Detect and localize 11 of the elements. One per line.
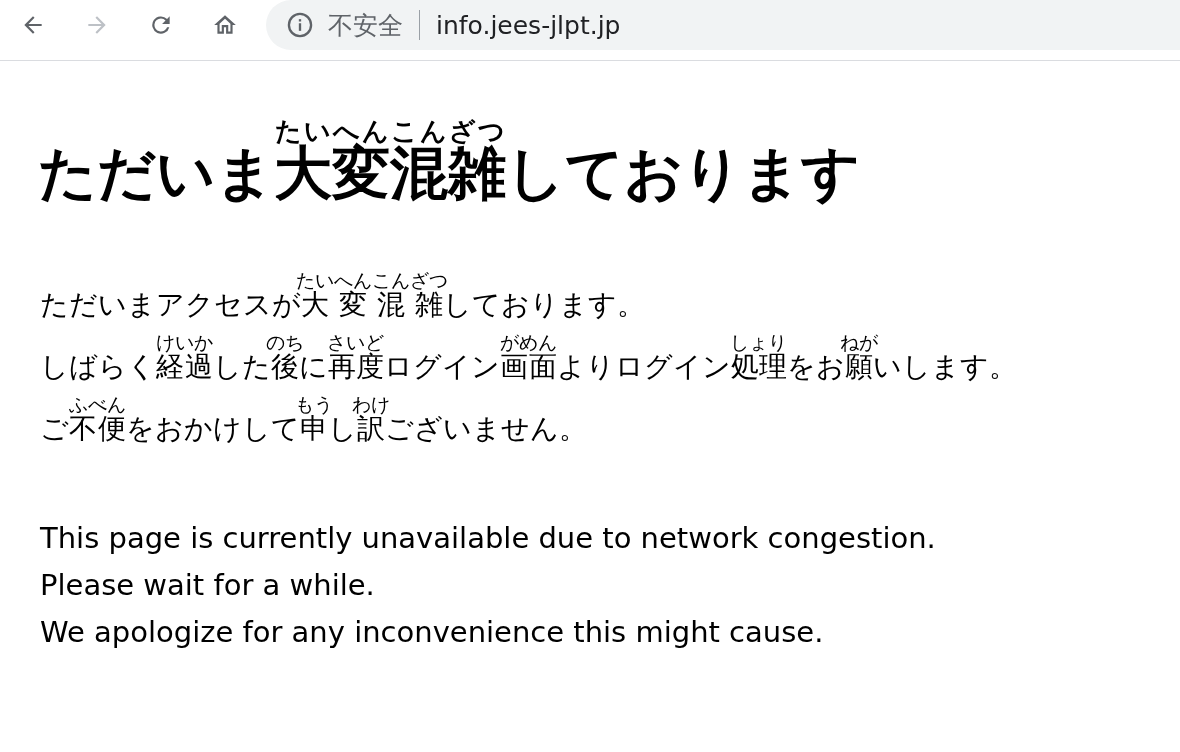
english-text-line: We apologize for any inconvenience this might cause. <box>40 613 825 651</box>
security-label: 不安全 <box>328 9 403 42</box>
english-text-line: Please wait for a while. <box>40 566 376 604</box>
info-icon <box>286 11 314 39</box>
japanese-text-line: しばらく 経過 けいか した後 のち に再度 さいど ログイン画面 がめん よりログイン処理 しょり をお願 ねが いします。 <box>40 332 1018 385</box>
url-text: info.jees-jlpt.jp <box>436 10 621 40</box>
english-text-line: This page is currently unavailable due to network congestion. <box>40 519 937 557</box>
page-heading: ただいま 大変混雑 たいへんこんざつ しております <box>38 119 861 209</box>
japanese-text-line: ご不便 ふべん をおかけして申 もう し訳 わけ ございません。 <box>40 394 588 447</box>
address-bar[interactable]: 不安全 info.jees-jlpt.jp <box>266 0 1180 50</box>
japanese-text-line: ただいまアクセスが大 たい 変 へん 混 こん 雑 ざつ しております。 <box>40 270 646 323</box>
